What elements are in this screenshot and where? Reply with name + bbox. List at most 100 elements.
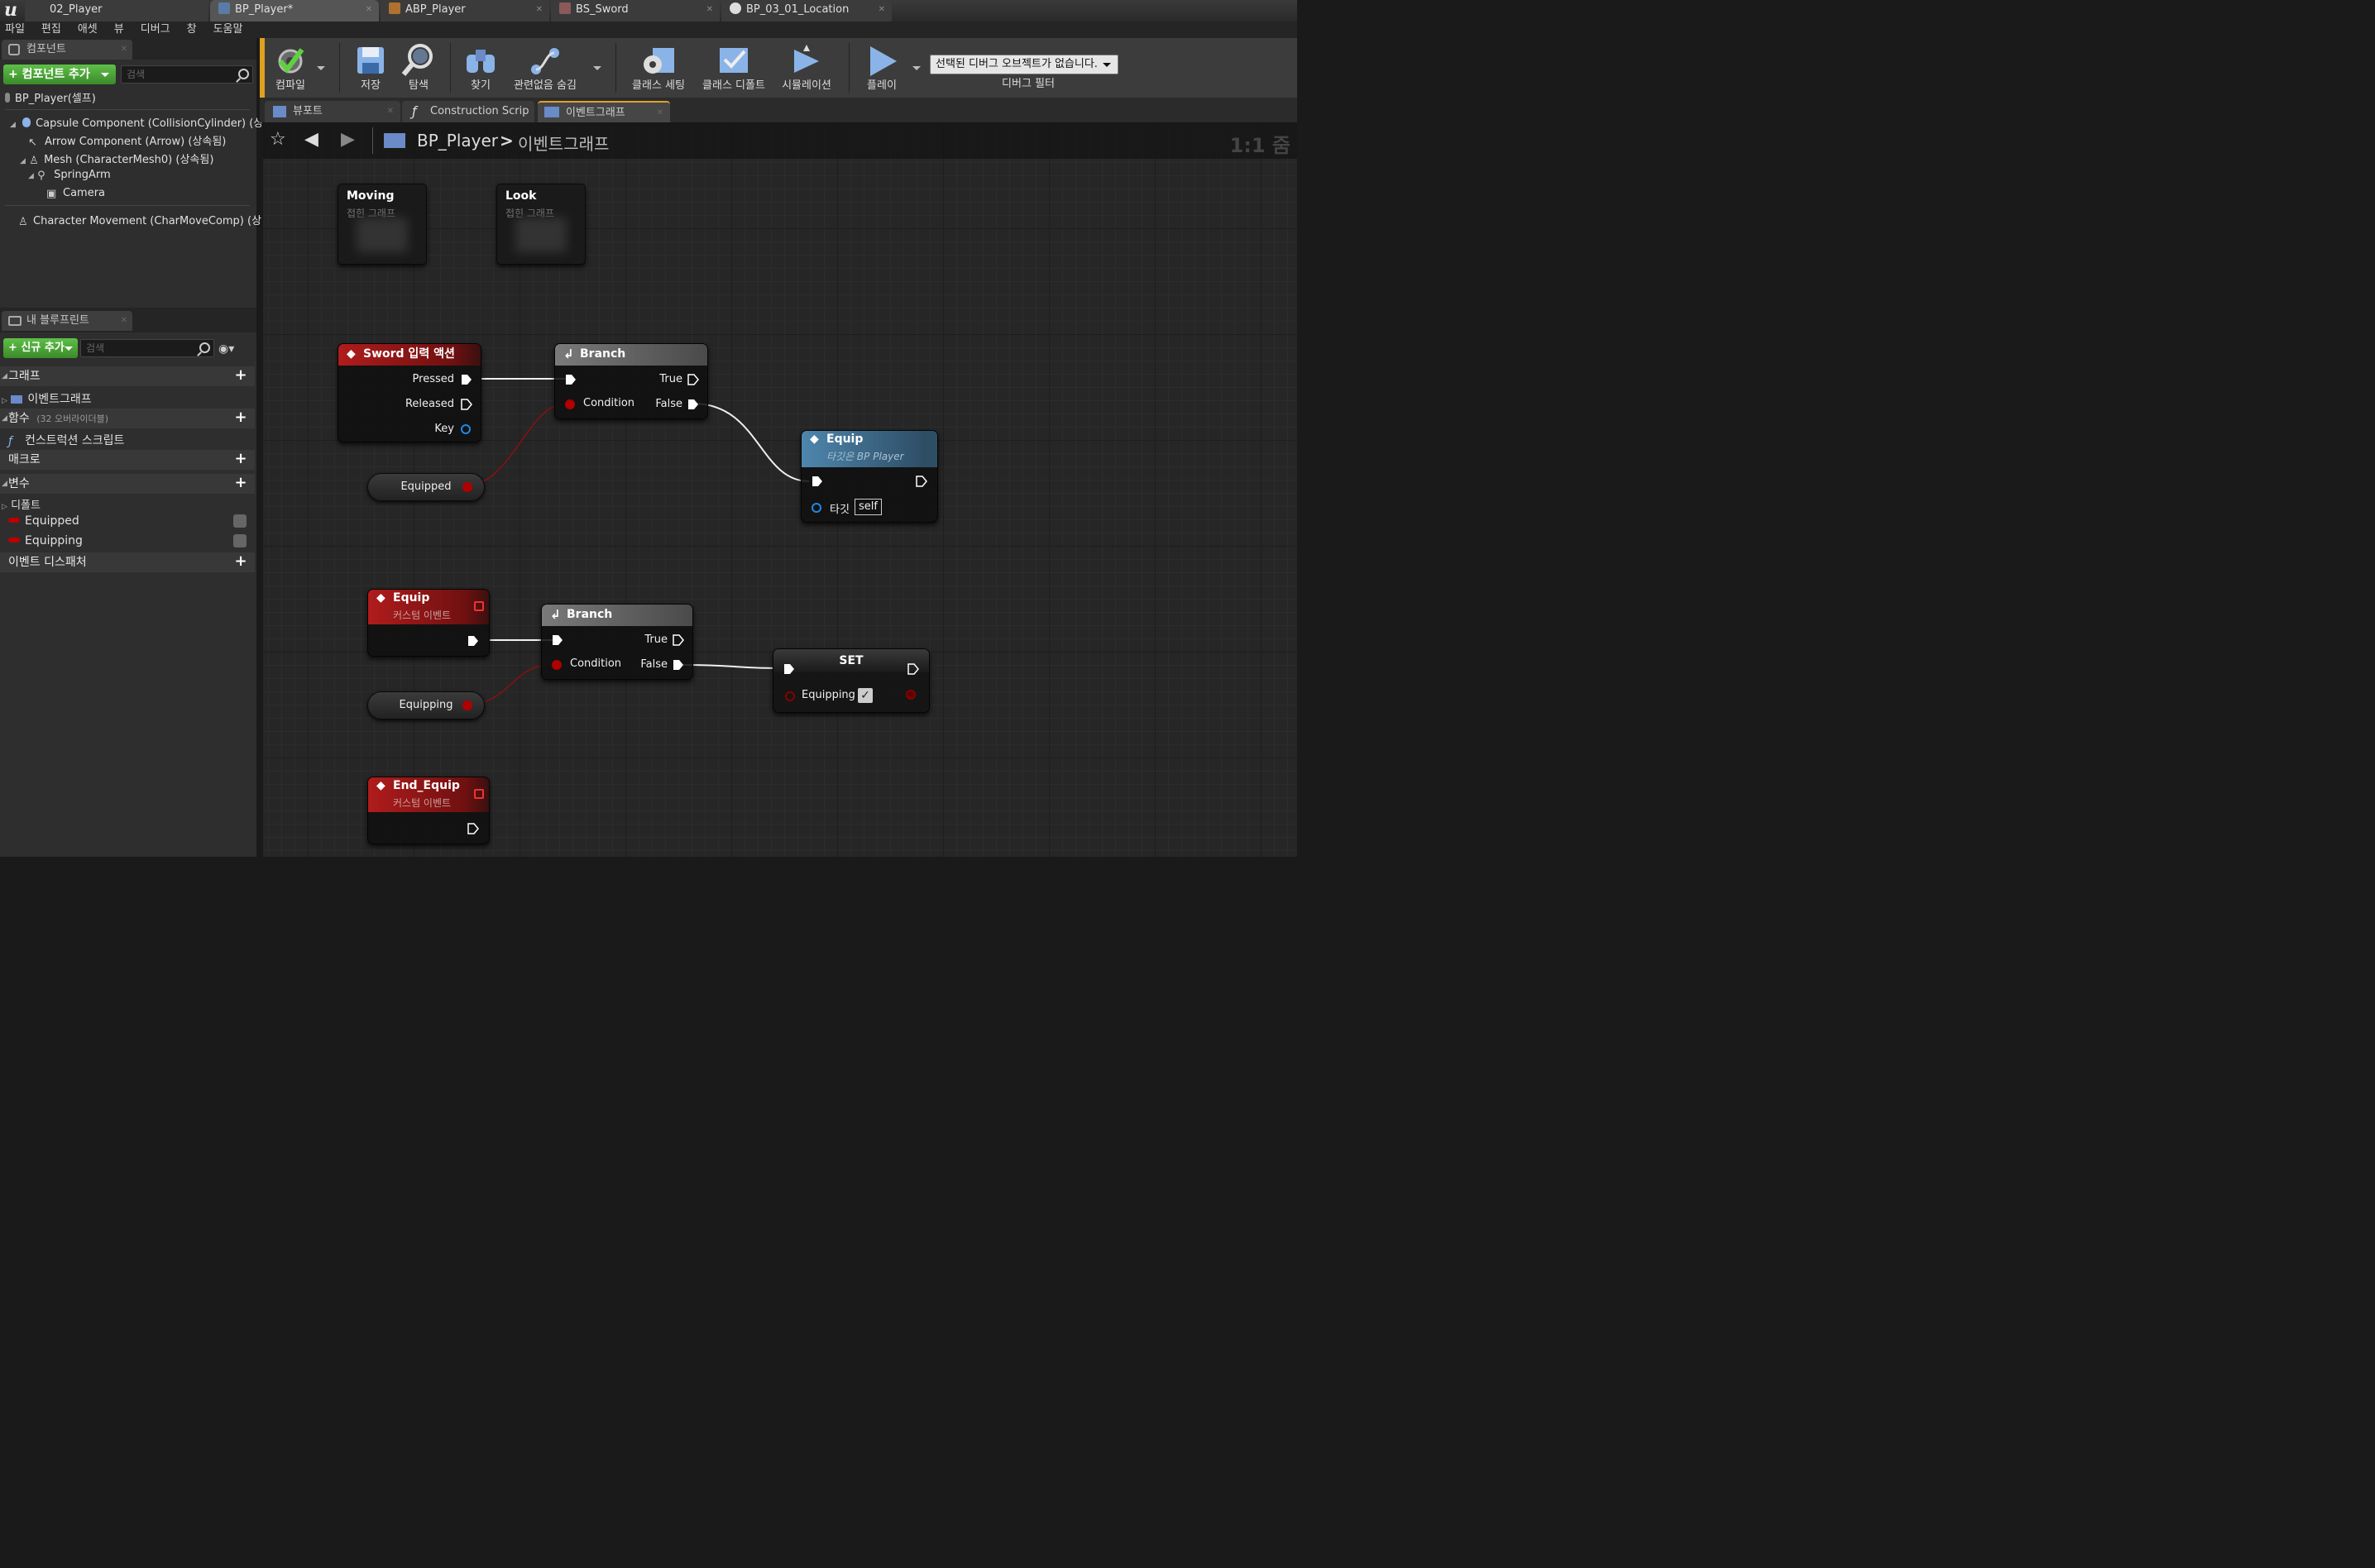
close-tab-icon[interactable]: ✕	[366, 0, 372, 20]
menu-view[interactable]: 뷰	[114, 23, 124, 36]
bool-in-pin[interactable]	[785, 691, 795, 701]
menu-edit[interactable]: 편집	[41, 23, 61, 36]
section-event-dispatchers[interactable]: 이벤트 디스패처 +	[0, 552, 255, 572]
exec-in-pin[interactable]	[812, 476, 823, 487]
graph-item-eventgraph[interactable]: ▷ 이벤트그래프	[2, 390, 92, 407]
tree-item-mesh[interactable]: ◢ ♙ Mesh (CharacterMesh0) (상속됨)	[20, 151, 213, 167]
exec-in-pin[interactable]	[565, 374, 577, 385]
exec-out-pin[interactable]	[907, 663, 919, 675]
collapsed-graph-moving[interactable]: Moving 접힌 그래프	[338, 184, 427, 265]
tree-item-springarm[interactable]: ◢ ⚲ SpringArm	[28, 169, 111, 182]
tree-item-capsule[interactable]: ◢ Capsule Component (CollisionCylinder) …	[10, 114, 273, 130]
object-in-pin[interactable]	[812, 503, 821, 513]
exec-out-pin[interactable]	[916, 476, 927, 487]
expand-icon[interactable]: ▷	[2, 397, 7, 405]
exec-out-pin[interactable]	[467, 823, 479, 834]
doc-tab-bp-location[interactable]: BP_03_01_Location ✕	[721, 0, 892, 22]
eye-icon[interactable]: ◉▾	[218, 342, 248, 356]
variable-equipping[interactable]: Equipping	[8, 534, 253, 547]
node-sword-input-action[interactable]: ◆ Sword 입력 액션 Pressed Released Key	[338, 343, 481, 442]
node-event-equip[interactable]: ◆ Equip 커스텀 이벤트	[367, 589, 490, 657]
category-default[interactable]: ▷ 디폴트	[2, 496, 41, 512]
close-tab-icon[interactable]: ✕	[879, 0, 885, 20]
add-dispatcher-button[interactable]: +	[233, 554, 248, 569]
save-button[interactable]: 저장	[347, 38, 394, 98]
checkbox-checked[interactable]: ✓	[858, 688, 873, 703]
hide-unrelated-options-icon[interactable]	[593, 66, 601, 70]
node-set-equipping[interactable]: SET Equipping ✓	[773, 648, 930, 713]
exec-out-pin[interactable]	[467, 635, 479, 647]
section-variables[interactable]: ◢ 변수 +	[0, 474, 255, 494]
section-functions[interactable]: ◢ 함수 (32 오버라이더블) +	[0, 409, 255, 428]
class-settings-button[interactable]: 클래스 세팅	[625, 38, 692, 98]
expand-icon[interactable]: ◢	[20, 157, 26, 165]
simulation-button[interactable]: 시뮬레이션	[776, 38, 837, 98]
add-function-button[interactable]: +	[233, 410, 248, 425]
node-get-equipped[interactable]: Equipped	[367, 473, 485, 501]
components-search-input[interactable]: 검색	[121, 65, 253, 84]
menu-window[interactable]: 창	[187, 23, 197, 36]
section-graphs[interactable]: ◢ 그래프 +	[0, 366, 255, 386]
exec-in-pin[interactable]	[552, 634, 563, 646]
expand-icon[interactable]: ▷	[2, 503, 7, 511]
graph-canvas[interactable]: ☆ ◀ ▶ BP_Player > 이벤트그래프 1:1 줌 Moving 접힌…	[261, 122, 1297, 857]
doc-tab-02-player[interactable]: 02_Player	[25, 0, 208, 22]
add-variable-button[interactable]: +	[233, 476, 248, 490]
my-blueprint-tab[interactable]: 내 블루프린트 ✕	[2, 311, 132, 331]
node-call-equip[interactable]: ◆ Equip 타깃은 BP Player 타깃 self	[801, 430, 938, 523]
tree-item-camera[interactable]: ▣ Camera	[46, 187, 105, 200]
visibility-toggle[interactable]	[233, 514, 247, 528]
variable-equipped[interactable]: Equipped	[8, 514, 253, 528]
exec-out-pin[interactable]	[461, 374, 472, 385]
play-options-icon[interactable]	[912, 66, 921, 70]
collapsed-graph-look[interactable]: Look 접힌 그래프	[496, 184, 586, 265]
close-tab-icon[interactable]: ✕	[657, 103, 663, 124]
menu-file[interactable]: 파일	[5, 23, 25, 36]
node-branch-1[interactable]: ↲ Branch True Condition False	[554, 343, 708, 419]
components-tab[interactable]: 컴포넌트 ✕	[2, 40, 132, 60]
close-tab-icon[interactable]: ✕	[706, 0, 713, 20]
play-button[interactable]: 플레이	[857, 38, 907, 98]
tree-item-arrow[interactable]: ↖ Arrow Component (Arrow) (상속됨)	[28, 132, 226, 149]
tree-root[interactable]: BP_Player(셀프)	[5, 89, 96, 105]
delegate-pin[interactable]	[474, 601, 484, 611]
struct-out-pin[interactable]	[461, 424, 471, 434]
exec-out-pin[interactable]	[687, 399, 699, 410]
target-self-field[interactable]: self	[855, 499, 882, 515]
node-event-end-equip[interactable]: ◆ End_Equip 커스텀 이벤트	[367, 777, 490, 844]
tab-event-graph[interactable]: 이벤트그래프 ✕	[538, 101, 670, 122]
exec-out-pin[interactable]	[673, 659, 684, 671]
exec-out-pin[interactable]	[687, 374, 699, 385]
add-macro-button[interactable]: +	[233, 452, 248, 466]
tab-construction-script[interactable]: ƒ Construction Scrip	[402, 101, 534, 122]
bool-in-pin[interactable]	[565, 399, 575, 409]
visibility-toggle[interactable]	[233, 534, 247, 547]
tree-item-character-movement[interactable]: ♙ Character Movement (CharMoveComp) (상속	[18, 212, 271, 228]
close-tab-icon[interactable]: ✕	[387, 101, 394, 122]
add-component-button[interactable]: + 컴포넌트 추가	[3, 65, 116, 84]
bool-in-pin[interactable]	[552, 660, 562, 670]
menu-debug[interactable]: 디버그	[141, 23, 170, 36]
exec-out-pin[interactable]	[673, 634, 684, 646]
menu-asset[interactable]: 애셋	[78, 23, 98, 36]
doc-tab-abp-player[interactable]: ABP_Player ✕	[381, 0, 549, 22]
add-new-button[interactable]: + 신규 추가	[3, 338, 78, 358]
close-tab-icon[interactable]: ✕	[536, 0, 543, 20]
add-graph-button[interactable]: +	[233, 368, 248, 383]
compile-button[interactable]: 컴파일	[265, 38, 316, 98]
exec-in-pin[interactable]	[783, 663, 795, 675]
tab-viewport[interactable]: 뷰포트 ✕	[265, 101, 400, 122]
exec-out-pin[interactable]	[461, 399, 472, 410]
hide-unrelated-button[interactable]: 관련없음 숨김	[506, 38, 584, 98]
function-item-construction[interactable]: ƒ 컨스트럭션 스크립트	[8, 432, 124, 448]
bool-out-pin[interactable]	[906, 690, 916, 700]
blueprint-search-input[interactable]: 검색	[80, 339, 214, 357]
debug-object-select[interactable]: 선택된 디버그 오브젝트가 없습니다.	[930, 55, 1118, 74]
browse-button[interactable]: 탐색	[395, 38, 442, 98]
close-tab-icon[interactable]: ✕	[121, 40, 127, 60]
expand-icon[interactable]: ◢	[28, 172, 34, 180]
compile-options-icon[interactable]	[317, 66, 325, 70]
node-branch-2[interactable]: ↲ Branch True Condition False	[541, 604, 693, 680]
class-defaults-button[interactable]: 클래스 디폴트	[698, 38, 769, 98]
delegate-pin[interactable]	[474, 789, 484, 799]
